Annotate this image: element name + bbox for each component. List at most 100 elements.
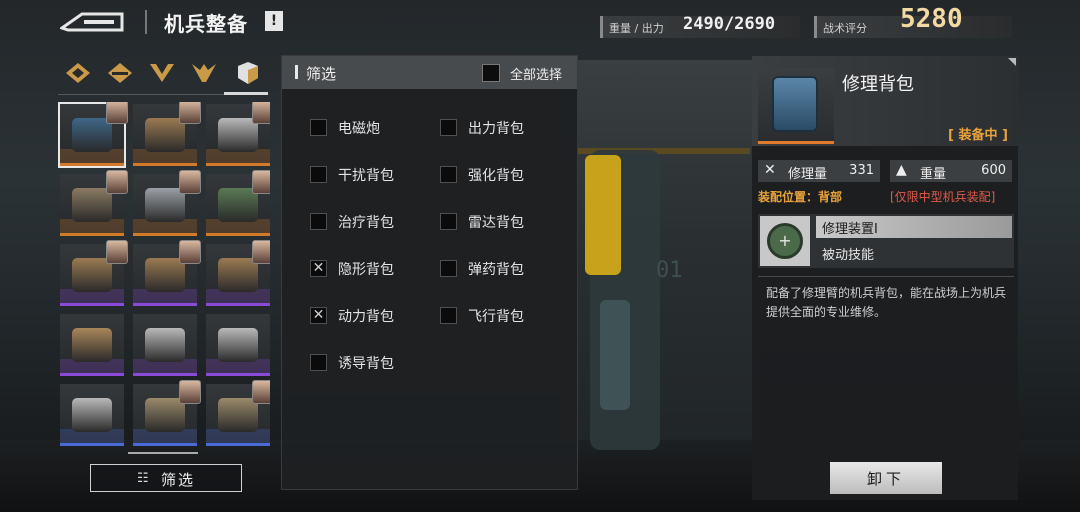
back-arrow-icon [58, 12, 124, 32]
filter-list-icon: ☷ [137, 471, 149, 486]
pilot-portrait-icon [252, 240, 270, 264]
filter-option-label: 干扰背包 [338, 168, 394, 184]
filter-option[interactable]: 弹药背包 [440, 258, 560, 280]
checkbox[interactable] [440, 213, 457, 230]
grid-item[interactable] [133, 170, 201, 236]
rarity-bar [133, 163, 197, 166]
filter-header: 筛选 全部选择 [282, 56, 577, 89]
grid-item[interactable] [60, 170, 128, 236]
checked-checkbox[interactable]: ✕ [310, 307, 327, 324]
diamond-stripe-icon [108, 63, 132, 83]
rarity-bar [206, 443, 270, 446]
checkbox[interactable] [440, 260, 457, 277]
filter-option-label: 动力背包 [338, 309, 394, 325]
rarity-bar [133, 373, 197, 376]
detail-header: 修理背包 [ 装备中 ] [752, 56, 1018, 146]
rarity-bar [60, 163, 124, 166]
skill-box[interactable]: + 修理装置Ⅰ 被动技能 [758, 214, 1014, 268]
repair-skill-icon: + [767, 223, 803, 259]
checked-checkbox[interactable]: ✕ [310, 260, 327, 277]
filter-option-label: 出力背包 [468, 121, 524, 137]
checkbox[interactable] [310, 166, 327, 183]
grid-item[interactable] [60, 240, 128, 306]
checkbox[interactable] [310, 119, 327, 136]
tab-category-2[interactable] [104, 60, 136, 86]
backpack-icon [72, 398, 112, 432]
grid-item[interactable] [60, 384, 124, 446]
repair-backpack-icon [772, 76, 818, 132]
rarity-bar [60, 443, 124, 446]
rarity-bar [206, 233, 270, 236]
equip-position: 装配位置：背部 [758, 190, 843, 204]
checkbox[interactable] [440, 166, 457, 183]
filter-option[interactable]: 治疗背包 [310, 211, 430, 233]
rarity-bar [206, 163, 270, 166]
checkbox[interactable] [310, 354, 327, 371]
pilot-portrait-icon [252, 170, 270, 194]
filter-button-label: 筛选 [161, 471, 196, 489]
checkbox[interactable] [440, 119, 457, 136]
rarity-bar [133, 303, 197, 306]
checkbox[interactable] [440, 307, 457, 324]
rarity-bar [60, 373, 124, 376]
filter-title: 筛选 [306, 65, 337, 83]
mech-arm-yellow [585, 155, 621, 275]
pilot-portrait-icon [179, 102, 201, 124]
grid-item[interactable] [206, 380, 270, 446]
filter-option[interactable]: 飞行背包 [440, 305, 560, 327]
pilot-portrait-icon [252, 380, 270, 404]
checkbox[interactable] [310, 213, 327, 230]
tab-category-4[interactable] [188, 60, 220, 86]
pilot-portrait-icon [252, 102, 270, 124]
grid-item[interactable] [133, 380, 201, 446]
grid-scrollbar[interactable] [128, 452, 198, 454]
grid-item[interactable] [58, 102, 128, 168]
filter-option-label: 飞行背包 [468, 309, 524, 325]
filter-option[interactable]: 雷达背包 [440, 211, 560, 233]
filter-button[interactable]: ☷ 筛选 [90, 464, 242, 492]
tactical-score-label: 战术评分 [823, 22, 867, 35]
filter-option-label: 弹药背包 [468, 262, 524, 278]
weight-value: 600 [981, 163, 1006, 178]
select-all-checkbox[interactable] [482, 64, 500, 82]
grid-item[interactable] [206, 240, 270, 306]
filter-option[interactable]: 干扰背包 [310, 164, 430, 186]
rarity-bar [206, 303, 270, 306]
filter-option-label: 隐形背包 [338, 262, 394, 278]
unequip-button[interactable]: 卸下 [830, 462, 942, 494]
tab-category-backpack[interactable] [230, 60, 262, 86]
item-detail-panel: 修理背包 [ 装备中 ] ✕ 修理量 331 ▲ 重量 600 装配位置：背部 … [752, 56, 1018, 500]
grid-item[interactable] [206, 170, 270, 236]
page-title: 机兵整备 [164, 12, 248, 36]
back-button[interactable] [58, 10, 126, 34]
grid-item[interactable] [133, 314, 197, 376]
skill-icon-frame: + [760, 216, 810, 266]
pilot-portrait-icon [106, 170, 128, 194]
filter-option[interactable]: 诱导背包 [310, 352, 430, 374]
skill-type: 被动技能 [822, 248, 875, 263]
equipped-status: [ 装备中 ] [948, 128, 1008, 143]
game-screen: 01 机兵整备 ! 重量 / 出力 2490/2690 战术评分 5280 ☷ … [0, 0, 1080, 512]
pilot-portrait-icon [106, 102, 128, 124]
grid-item[interactable] [133, 102, 201, 166]
filter-option[interactable]: 强化背包 [440, 164, 560, 186]
filter-option[interactable]: 电磁炮 [310, 117, 430, 139]
wrench-icon: ✕ [764, 162, 776, 178]
rarity-bar [60, 233, 124, 236]
grid-item[interactable] [133, 240, 201, 306]
filter-option[interactable]: ✕ 动力背包 [310, 305, 430, 327]
grid-item[interactable] [206, 314, 270, 376]
filter-option-label: 治疗背包 [338, 215, 394, 231]
repair-amount-label: 修理量 [788, 167, 828, 182]
filter-option[interactable]: 出力背包 [440, 117, 560, 139]
select-all-label[interactable]: 全部选择 [510, 64, 562, 83]
grid-item[interactable] [206, 102, 270, 166]
tab-category-3[interactable] [146, 60, 178, 86]
rarity-bar [206, 373, 270, 376]
grid-item[interactable] [60, 314, 124, 376]
item-name: 修理背包 [842, 74, 914, 95]
info-button[interactable]: ! [265, 11, 283, 31]
item-thumbnail [758, 68, 834, 144]
tab-category-1[interactable] [62, 60, 94, 86]
filter-option[interactable]: ✕ 隐形背包 [310, 258, 430, 280]
